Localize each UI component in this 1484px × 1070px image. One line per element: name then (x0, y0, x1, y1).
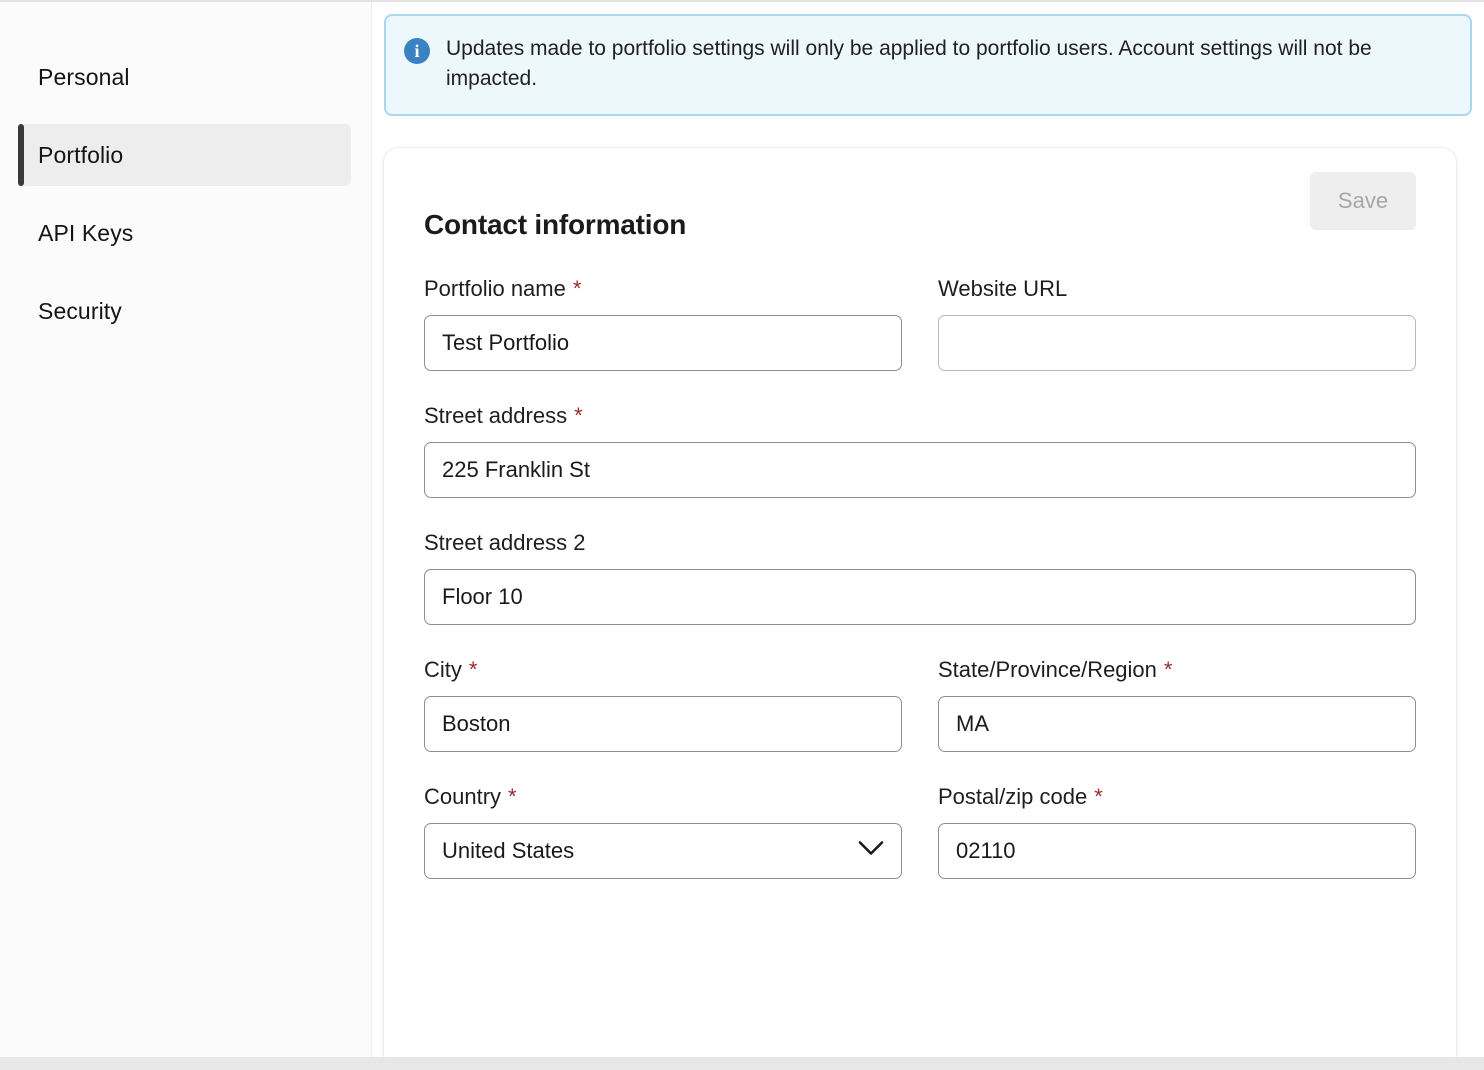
label-text: Postal/zip code (938, 784, 1087, 810)
city-input[interactable] (424, 696, 902, 752)
sidebar-item-label: Security (38, 298, 122, 325)
required-asterisk: * (469, 659, 478, 681)
label-text: Portfolio name (424, 276, 566, 302)
street-address-2-input[interactable] (424, 569, 1416, 625)
info-banner: i Updates made to portfolio settings wil… (384, 14, 1472, 116)
page-bottom-band (0, 1057, 1484, 1070)
contact-information-card: Contact information Save Portfolio name … (384, 148, 1456, 1068)
field-website-url: Website URL (938, 276, 1416, 371)
postal-code-input[interactable] (938, 823, 1416, 879)
form-row-street-address: Street address * (424, 403, 1416, 498)
sidebar-item-label: Personal (38, 64, 130, 91)
street-address-label: Street address * (424, 403, 1416, 429)
street-address-2-label: Street address 2 (424, 530, 1416, 556)
settings-sidebar: Personal Portfolio API Keys Security (0, 2, 372, 1057)
label-text: Country (424, 784, 501, 810)
form-row-country-postal: Country * United States Posta (424, 784, 1416, 879)
label-text: Street address 2 (424, 530, 585, 556)
settings-page: Personal Portfolio API Keys Security i U… (0, 0, 1484, 1070)
field-postal-code: Postal/zip code * (938, 784, 1416, 879)
country-select[interactable]: United States (424, 823, 902, 879)
state-label: State/Province/Region * (938, 657, 1416, 683)
page-title: Contact information (424, 209, 686, 241)
street-address-input[interactable] (424, 442, 1416, 498)
required-asterisk: * (1164, 659, 1173, 681)
form-row-name-website: Portfolio name * Website URL (424, 276, 1416, 371)
sidebar-item-security[interactable]: Security (20, 280, 351, 342)
field-country: Country * United States (424, 784, 902, 879)
form-row-city-state: City * State/Province/Region * (424, 657, 1416, 752)
field-portfolio-name: Portfolio name * (424, 276, 902, 371)
sidebar-item-portfolio[interactable]: Portfolio (20, 124, 351, 186)
website-url-label: Website URL (938, 276, 1416, 302)
country-select-wrapper: United States (424, 823, 902, 879)
postal-code-label: Postal/zip code * (938, 784, 1416, 810)
field-city: City * (424, 657, 902, 752)
save-button[interactable]: Save (1310, 172, 1416, 230)
city-label: City * (424, 657, 902, 683)
sidebar-item-personal[interactable]: Personal (20, 46, 351, 108)
portfolio-name-input[interactable] (424, 315, 902, 371)
info-circle-icon: i (404, 38, 430, 64)
field-street-address-2: Street address 2 (424, 530, 1416, 625)
label-text: City (424, 657, 462, 683)
label-text: Street address (424, 403, 567, 429)
country-label: Country * (424, 784, 902, 810)
label-text: Website URL (938, 276, 1067, 302)
sidebar-item-api-keys[interactable]: API Keys (20, 202, 351, 264)
website-url-input[interactable] (938, 315, 1416, 371)
required-asterisk: * (573, 278, 582, 300)
sidebar-item-label: Portfolio (38, 142, 123, 169)
card-header: Contact information Save (424, 186, 1416, 244)
settings-main: i Updates made to portfolio settings wil… (372, 2, 1484, 1057)
portfolio-name-label: Portfolio name * (424, 276, 902, 302)
required-asterisk: * (574, 405, 583, 427)
field-street-address: Street address * (424, 403, 1416, 498)
field-state: State/Province/Region * (938, 657, 1416, 752)
form-row-street-address-2: Street address 2 (424, 530, 1416, 625)
required-asterisk: * (508, 786, 517, 808)
required-asterisk: * (1094, 786, 1103, 808)
sidebar-item-label: API Keys (38, 220, 133, 247)
state-input[interactable] (938, 696, 1416, 752)
info-banner-text: Updates made to portfolio settings will … (446, 34, 1406, 94)
label-text: State/Province/Region (938, 657, 1157, 683)
